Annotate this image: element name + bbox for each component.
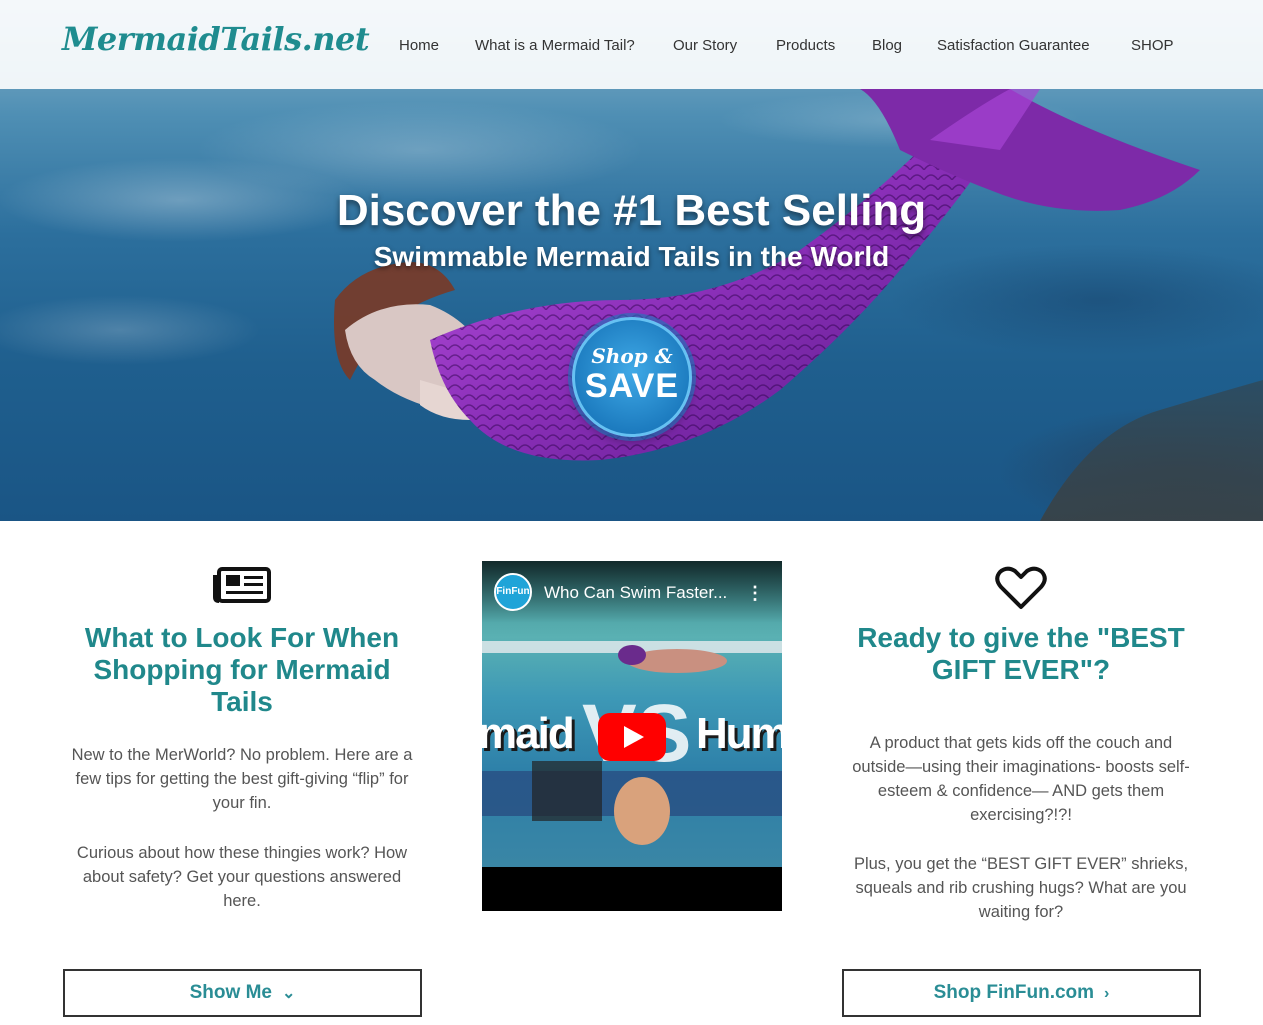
best-gift-heading: Ready to give the "BEST GIFT EVER"? (857, 622, 1185, 685)
nav-what-is-mermaid-tail[interactable]: What is a Mermaid Tail? (475, 37, 635, 54)
best-gift-paragraph-2: Plus, you get the “BEST GIFT EVER” shrie… (853, 855, 1189, 921)
best-gift-paragraph-1: A product that gets kids off the couch a… (852, 734, 1190, 824)
nav-blog[interactable]: Blog (872, 37, 902, 54)
video-title[interactable]: Who Can Swim Faster... (544, 583, 727, 603)
chevron-down-icon: ⌄ (281, 985, 296, 1002)
heart-icon (995, 566, 1047, 609)
badge-line1: Shop & (591, 344, 673, 368)
newspaper-icon (213, 567, 271, 603)
shopping-tips-heading: What to Look For When Shopping for Merma… (84, 622, 400, 717)
thumb-word-left: maid (482, 709, 575, 758)
top-navbar: MermaidTails.net Home What is a Mermaid … (0, 0, 1263, 89)
hero-title: Discover the #1 Best Selling (336, 186, 927, 235)
nav-shop[interactable]: SHOP (1131, 37, 1174, 54)
nav-our-story[interactable]: Our Story (673, 37, 737, 54)
shopping-tips-paragraph-2: Curious about how these thingies work? H… (76, 844, 408, 910)
nav-products[interactable]: Products (776, 37, 835, 54)
play-icon[interactable] (598, 713, 666, 761)
best-gift-column: Ready to give the "BEST GIFT EVER"? A pr… (841, 521, 1201, 1025)
show-me-button[interactable]: Show Me ⌄ (63, 969, 422, 1017)
nav-satisfaction-guarantee[interactable]: Satisfaction Guarantee (937, 37, 1090, 54)
shop-and-save-badge[interactable]: Shop & SAVE (572, 317, 692, 437)
shop-finfun-label: Shop FinFun.com (933, 982, 1095, 1003)
chevron-right-icon: › (1104, 985, 1110, 1002)
thumb-word-right: Hum (696, 709, 782, 758)
main-nav: Home What is a Mermaid Tail? Our Story P… (0, 37, 1263, 57)
badge-line2: SAVE (584, 367, 680, 405)
youtube-video-embed[interactable]: maid VS Hum FinFun Who Can Swim Faster..… (482, 561, 782, 911)
hero-subtitle: Swimmable Mermaid Tails in the World (373, 241, 890, 272)
shopping-tips-column: What to Look For When Shopping for Merma… (62, 521, 422, 1025)
shopping-tips-paragraph-1: New to the MerWorld? No problem. Here ar… (71, 746, 413, 812)
shop-finfun-button[interactable]: Shop FinFun.com › (842, 969, 1201, 1017)
nav-home[interactable]: Home (399, 37, 439, 54)
show-me-label: Show Me (189, 982, 272, 1003)
more-vert-icon[interactable]: ⋮ (746, 583, 764, 604)
channel-avatar[interactable]: FinFun (494, 573, 532, 611)
